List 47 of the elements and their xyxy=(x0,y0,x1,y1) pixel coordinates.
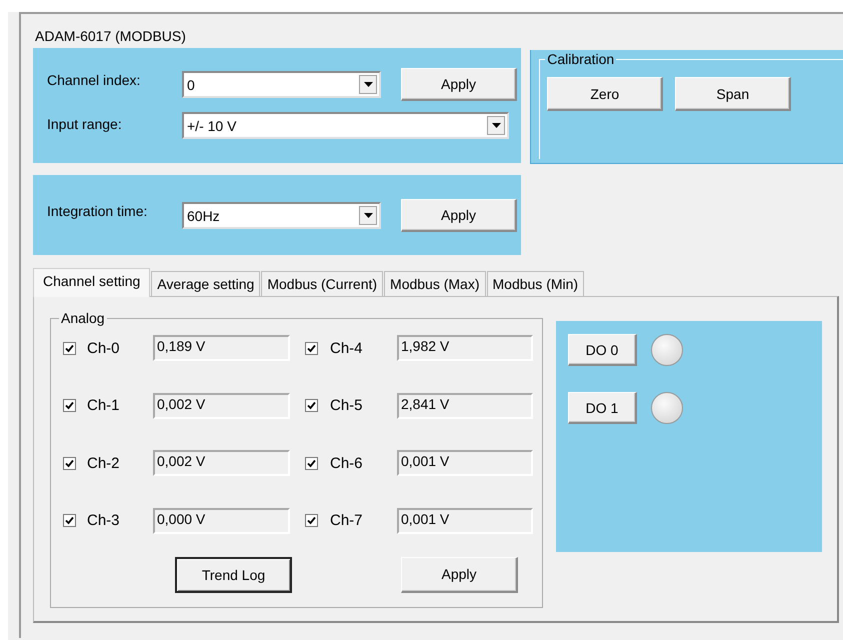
checkbox[interactable] xyxy=(305,342,318,354)
tab[interactable]: Modbus (Min) xyxy=(486,271,584,296)
window-title: ADAM-6017 (MODBUS) xyxy=(35,28,187,46)
reading-field: 0,002 V xyxy=(153,392,290,418)
apply-button[interactable]: Apply xyxy=(401,199,517,232)
caret-icon xyxy=(364,213,372,218)
calibration-button[interactable]: Zero xyxy=(547,77,664,111)
reading-field: 2,841 V xyxy=(397,392,533,418)
checkbox-label: Ch-3 xyxy=(87,512,121,529)
field-label: Channel index: xyxy=(47,72,142,88)
reading-field: 0,001 V xyxy=(397,508,533,534)
checkbox[interactable] xyxy=(63,342,76,354)
checkbox[interactable] xyxy=(63,514,76,527)
field-label: Integration time: xyxy=(47,203,148,219)
field-label: Input range: xyxy=(47,116,123,132)
caret-icon xyxy=(492,123,500,128)
dropdown[interactable]: 0 xyxy=(182,71,381,98)
checkbox[interactable] xyxy=(63,456,76,470)
checkbox-label: Ch-0 xyxy=(87,340,121,356)
checkbox-label: Ch-6 xyxy=(330,454,364,472)
checkbox[interactable] xyxy=(305,399,318,412)
trend-log-button[interactable]: Trend Log xyxy=(175,556,292,592)
checkbox-label: Ch-7 xyxy=(330,512,364,529)
checkbox[interactable] xyxy=(63,399,76,412)
output-button[interactable]: DO 1 xyxy=(568,392,637,424)
checkbox-label: Ch-1 xyxy=(87,397,121,414)
checkbox[interactable] xyxy=(305,514,318,527)
reading-field: 1,982 V xyxy=(397,335,533,361)
reading-field: 0,000 V xyxy=(153,508,290,534)
tab[interactable]: Average setting xyxy=(151,271,260,296)
tab[interactable]: Modbus (Max) xyxy=(384,271,486,296)
apply-button[interactable]: Apply xyxy=(401,556,518,592)
output-button[interactable]: DO 0 xyxy=(568,334,637,366)
dropdown[interactable]: 60Hz xyxy=(182,202,381,229)
calibration-button[interactable]: Span xyxy=(675,77,792,111)
tab[interactable]: Modbus (Current) xyxy=(261,271,384,296)
caret-icon xyxy=(364,82,372,87)
tab[interactable]: Channel setting xyxy=(33,268,150,297)
checkbox[interactable] xyxy=(305,456,318,470)
checkbox-label: Ch-4 xyxy=(330,340,364,356)
reading-field: 0,002 V xyxy=(153,450,290,476)
checkbox-label: Ch-2 xyxy=(87,454,121,472)
reading-field: 0,001 V xyxy=(397,450,533,476)
reading-field: 0,189 V xyxy=(153,335,290,361)
checkbox-label: Ch-5 xyxy=(330,397,364,414)
apply-button[interactable]: Apply xyxy=(401,68,517,101)
dropdown[interactable]: +/- 10 V xyxy=(182,112,509,139)
